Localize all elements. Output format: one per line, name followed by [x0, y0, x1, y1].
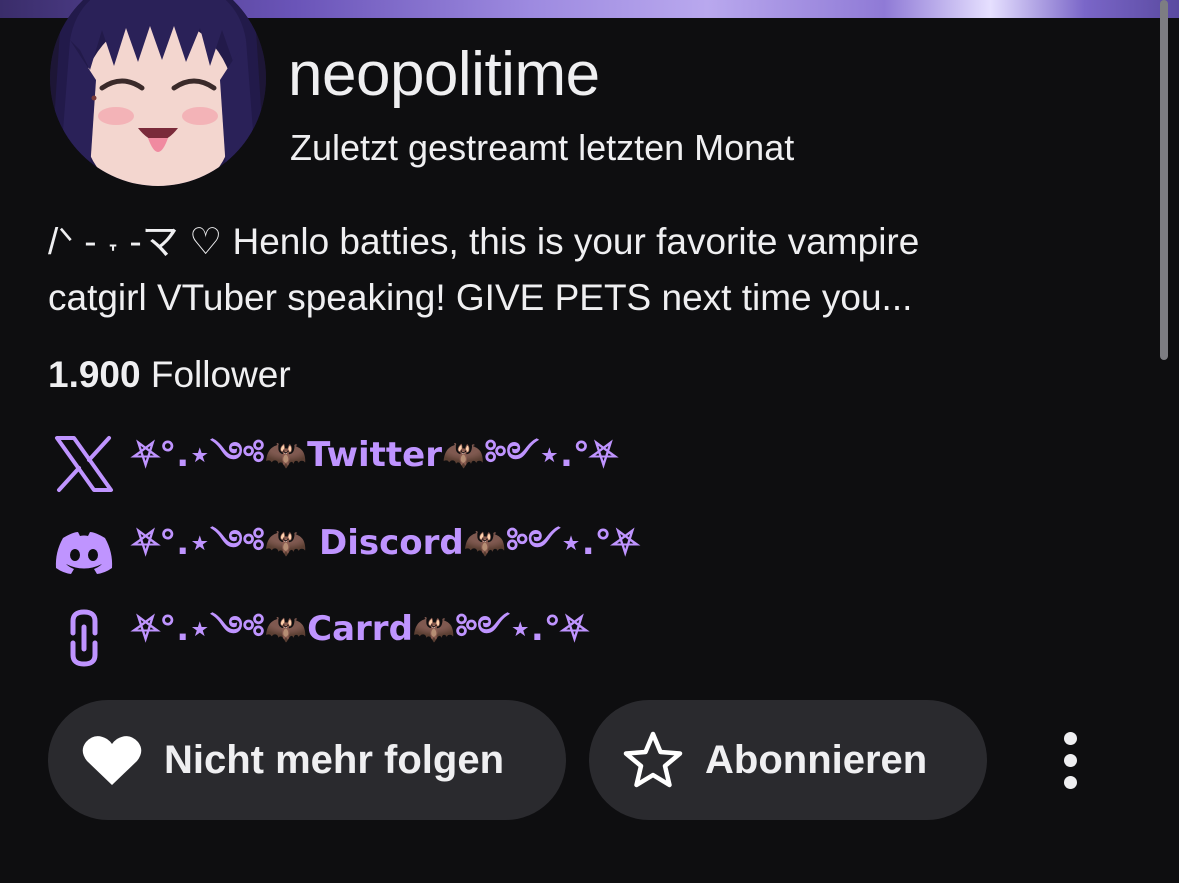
- channel-about-panel: neopolitime Zuletzt gestreamt letzten Mo…: [0, 0, 1179, 883]
- discord-icon: [48, 522, 120, 582]
- social-link-twitter[interactable]: ⛧°.⋆༺🦇Twitter🦇༻⋆.°⛧: [48, 434, 617, 494]
- bio-line: catgirl VTuber speaking! GIVE PETS next …: [48, 277, 913, 318]
- link-icon: [48, 608, 120, 668]
- unfollow-label: Nicht mehr folgen: [164, 737, 505, 782]
- social-link-label: ⛧°.⋆༺🦇Carrd🦇༻⋆.°⛧: [132, 609, 589, 649]
- bio-line: /ᐠ - ˕ -マ ♡ Henlo batties, this is your …: [48, 221, 920, 262]
- follower-count-label: Follower: [150, 354, 291, 395]
- social-link-carrd[interactable]: ⛧°.⋆༺🦇Carrd🦇༻⋆.°⛧: [48, 608, 588, 668]
- avatar[interactable]: [50, 0, 266, 186]
- more-vertical-icon: [1063, 731, 1077, 745]
- scrollbar[interactable]: [1160, 0, 1168, 360]
- more-vertical-icon: [1063, 753, 1077, 767]
- heart-icon: [80, 728, 144, 792]
- unfollow-button[interactable]: Nicht mehr folgen: [48, 700, 566, 820]
- follower-count: 1.900 Follower: [48, 352, 291, 398]
- channel-bio: /ᐠ - ˕ -マ ♡ Henlo batties, this is your …: [48, 214, 1138, 326]
- social-link-label: ⛧°.⋆༺🦇 Discord🦇༻⋆.°⛧: [132, 523, 639, 563]
- more-options-button[interactable]: [1040, 720, 1100, 800]
- subscribe-button[interactable]: Abonnieren: [589, 700, 987, 820]
- channel-name: neopolitime: [288, 40, 600, 109]
- more-vertical-icon: [1063, 775, 1077, 789]
- subscribe-label: Abonnieren: [705, 737, 928, 782]
- last-streamed-text: Zuletzt gestreamt letzten Monat: [290, 127, 795, 168]
- social-link-discord[interactable]: ⛧°.⋆༺🦇 Discord🦇༻⋆.°⛧: [48, 522, 639, 582]
- x-logo-icon: [48, 434, 120, 494]
- follower-count-value: 1.900: [48, 354, 141, 395]
- avatar-illustration: [50, 0, 266, 186]
- star-icon: [621, 728, 685, 792]
- social-link-label: ⛧°.⋆༺🦇Twitter🦇༻⋆.°⛧: [132, 435, 618, 475]
